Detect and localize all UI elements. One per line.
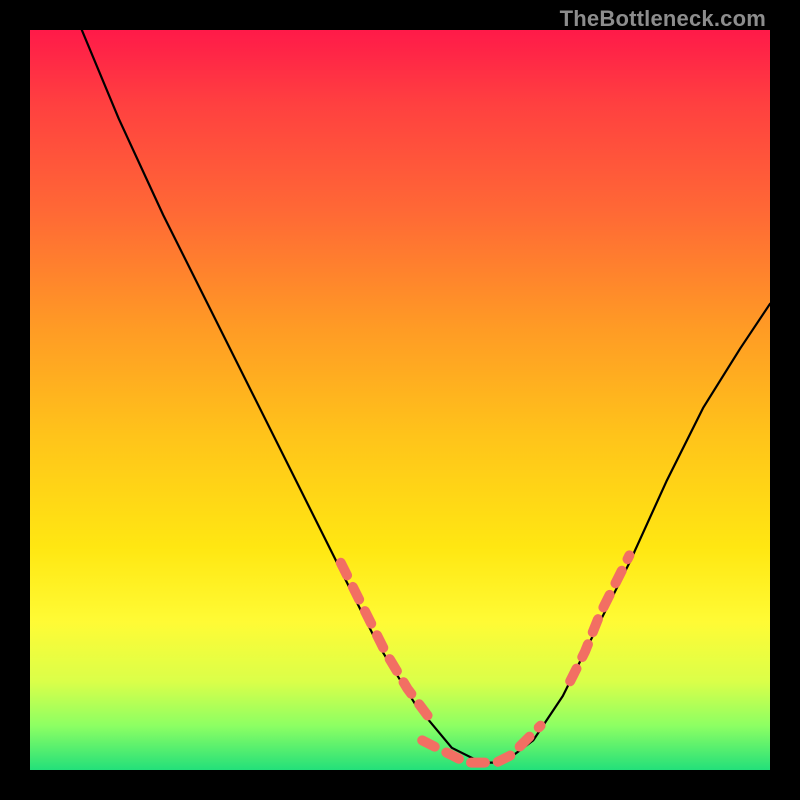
plot-area	[30, 30, 770, 770]
curve-layer	[30, 30, 770, 770]
highlight-segment-bottom	[422, 726, 540, 763]
bottleneck-curve	[82, 30, 770, 763]
watermark-text: TheBottleneck.com	[560, 6, 766, 32]
highlight-segment-left	[341, 563, 430, 718]
